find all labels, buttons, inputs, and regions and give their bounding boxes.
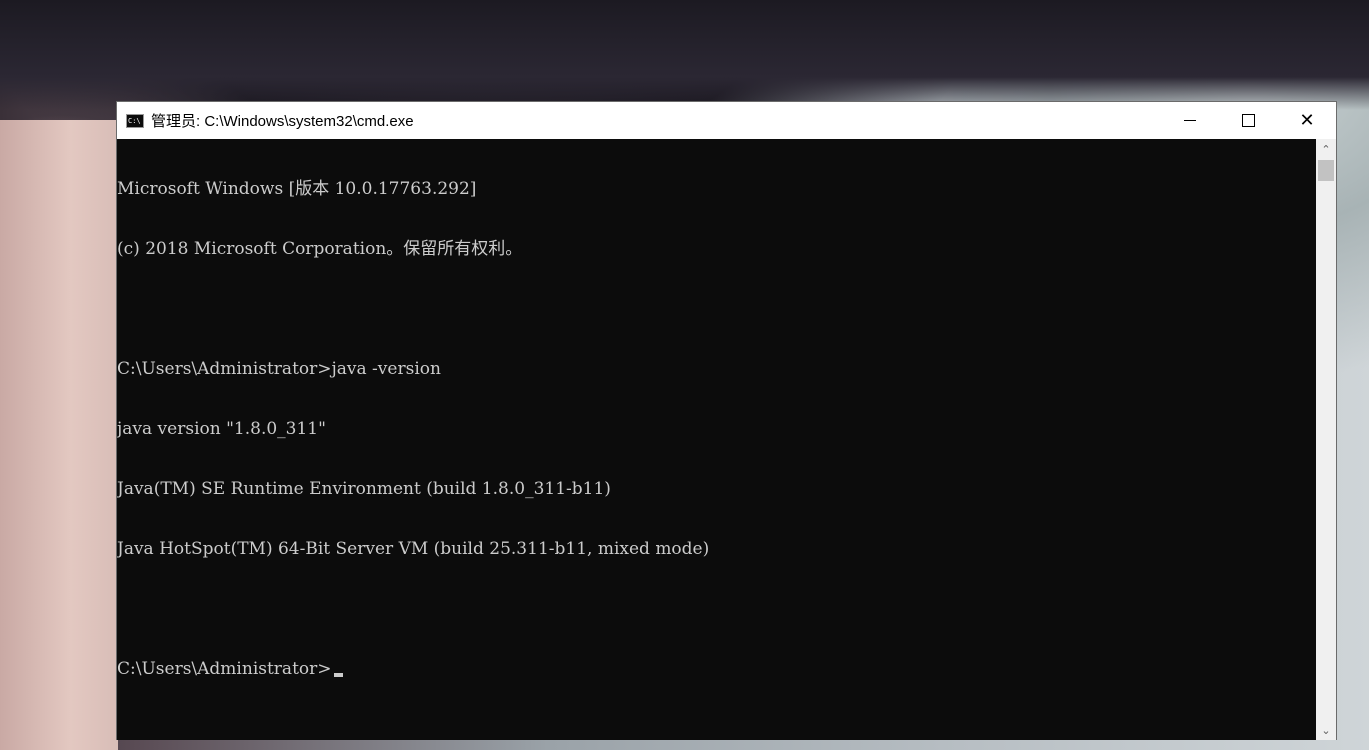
scroll-down-button[interactable]: ⌄ (1316, 720, 1336, 740)
console-line: Java(TM) SE Runtime Environment (build 1… (117, 479, 611, 499)
maximize-button[interactable] (1219, 102, 1277, 139)
console-line: Microsoft Windows [版本 10.0.17763.292] (117, 179, 477, 199)
desktop-wallpaper-top (0, 0, 1369, 110)
scroll-thumb[interactable] (1318, 160, 1334, 181)
text-cursor (333, 673, 343, 677)
close-button[interactable]: ✕ (1278, 102, 1336, 139)
console-prompt-line[interactable]: C:\Users\Administrator> (117, 659, 1316, 679)
scroll-up-button[interactable]: ⌃ (1316, 139, 1336, 159)
window-title: 管理员: C:\Windows\system32\cmd.exe (151, 113, 414, 130)
console-line: C:\Users\Administrator>java -version (117, 359, 441, 379)
vertical-scrollbar[interactable]: ⌃ ⌄ (1316, 139, 1336, 740)
cmd-window[interactable]: C:\ 管理员: C:\Windows\system32\cmd.exe ✕ M… (116, 101, 1337, 740)
console-prompt: C:\Users\Administrator> (117, 659, 332, 679)
cmd-icon[interactable]: C:\ (126, 113, 144, 128)
chevron-up-icon: ⌃ (1321, 142, 1331, 156)
chevron-down-icon: ⌄ (1321, 723, 1331, 737)
console-line: java version "1.8.0_311" (117, 419, 326, 439)
console-line: Java HotSpot(TM) 64-Bit Server VM (build… (117, 539, 710, 559)
maximize-icon (1241, 114, 1255, 127)
minimize-icon (1184, 120, 1196, 121)
minimize-button[interactable] (1161, 102, 1219, 139)
close-icon: ✕ (1299, 109, 1315, 131)
console-output[interactable]: Microsoft Windows [版本 10.0.17763.292] (c… (117, 139, 1316, 740)
desktop-wallpaper-left (0, 120, 118, 750)
console-line: (c) 2018 Microsoft Corporation。保留所有权利。 (117, 239, 523, 259)
title-bar[interactable]: C:\ 管理员: C:\Windows\system32\cmd.exe ✕ (117, 102, 1336, 139)
